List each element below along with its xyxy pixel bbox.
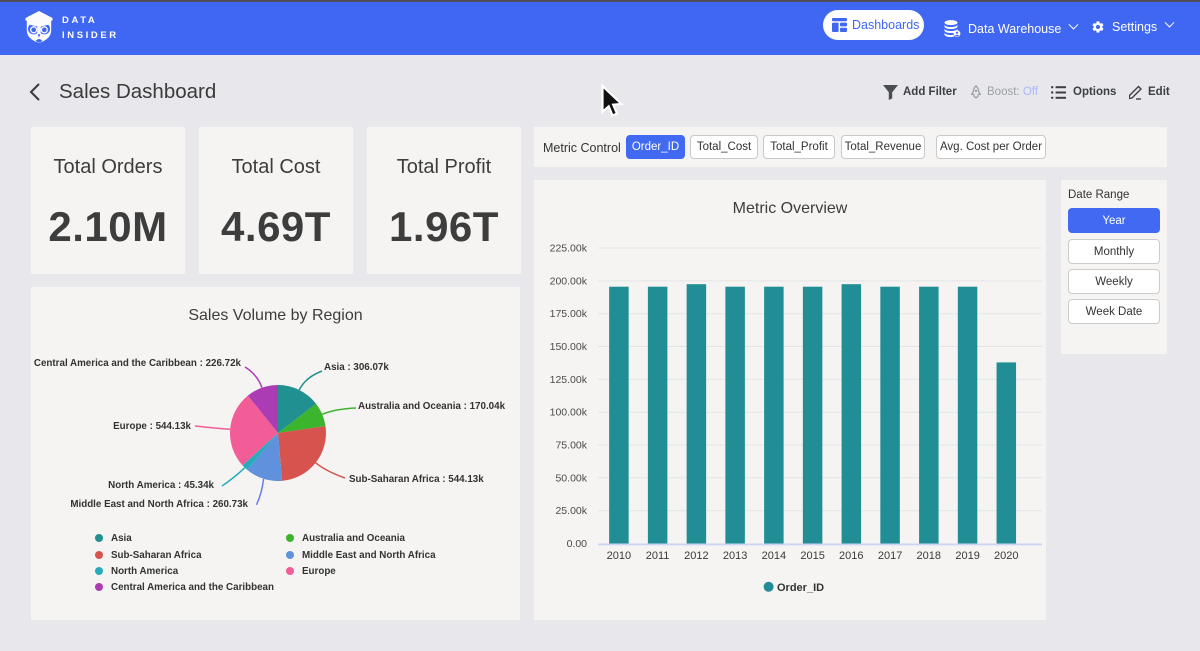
- svg-text:2019: 2019: [955, 550, 979, 562]
- svg-text:2013: 2013: [723, 550, 747, 562]
- svg-text:Order_ID: Order_ID: [777, 582, 824, 594]
- svg-text:2018: 2018: [917, 550, 941, 562]
- svg-text:2016: 2016: [839, 550, 863, 562]
- svg-text:75.00k: 75.00k: [555, 440, 587, 452]
- svg-text:25.00k: 25.00k: [555, 505, 587, 517]
- svg-text:2014: 2014: [762, 550, 786, 562]
- svg-text:200.00k: 200.00k: [550, 275, 588, 287]
- svg-text:125.00k: 125.00k: [550, 374, 588, 386]
- svg-text:2020: 2020: [994, 550, 1018, 562]
- svg-text:175.00k: 175.00k: [550, 308, 588, 320]
- svg-text:225.00k: 225.00k: [550, 243, 588, 255]
- svg-text:50.00k: 50.00k: [555, 472, 587, 484]
- svg-text:150.00k: 150.00k: [550, 341, 588, 353]
- svg-text:2010: 2010: [607, 550, 631, 562]
- svg-text:2017: 2017: [878, 550, 902, 562]
- svg-text:2011: 2011: [646, 550, 670, 562]
- svg-text:2015: 2015: [800, 550, 824, 562]
- svg-text:2012: 2012: [684, 550, 708, 562]
- svg-text:100.00k: 100.00k: [550, 407, 588, 419]
- svg-text:0.00: 0.00: [567, 538, 588, 550]
